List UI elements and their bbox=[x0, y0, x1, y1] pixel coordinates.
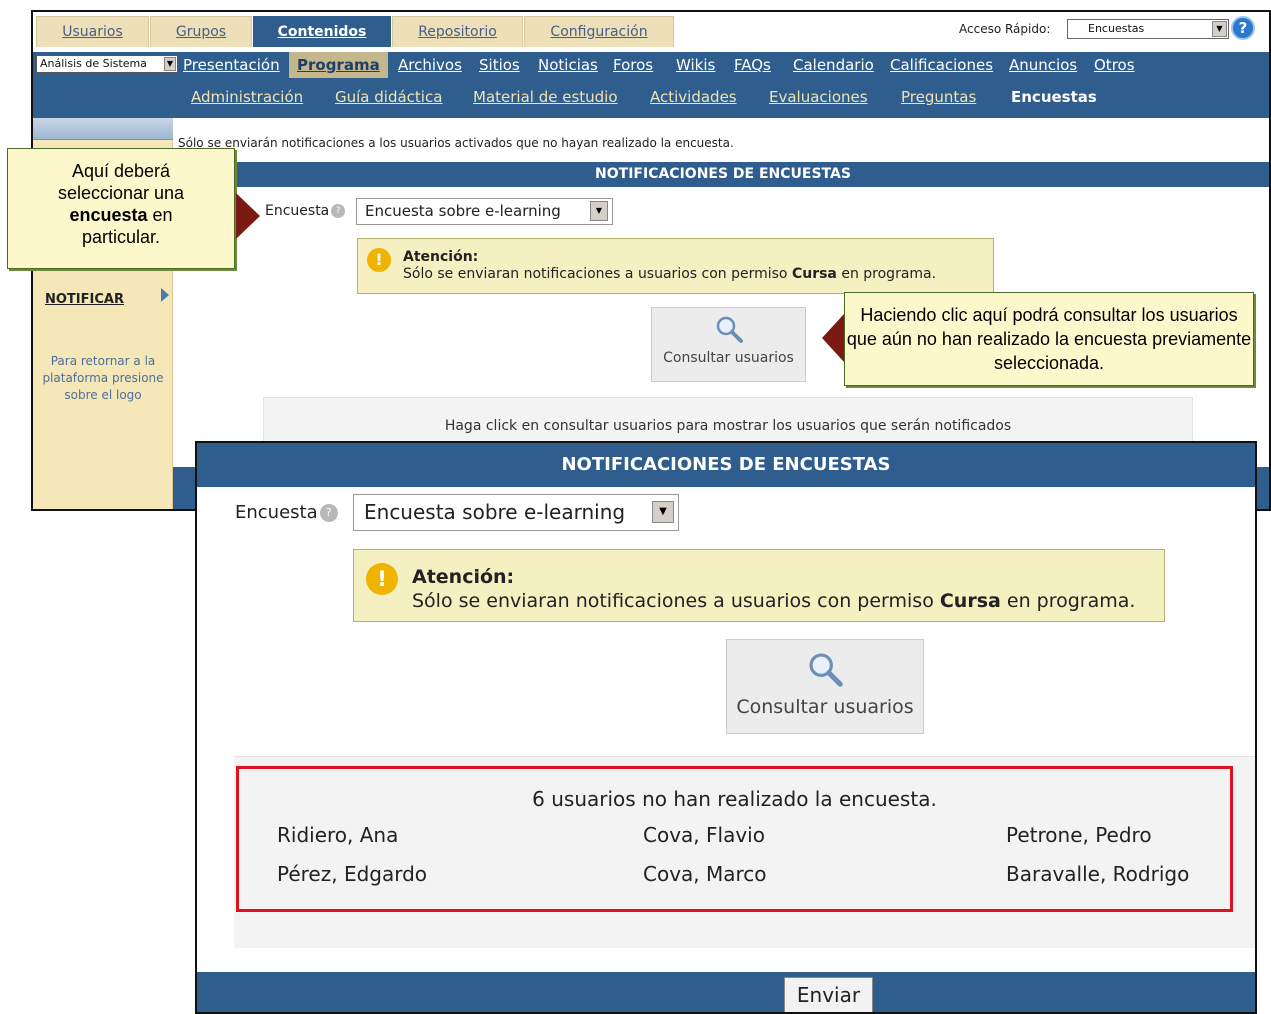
user-name: Ridiero, Ana bbox=[277, 823, 399, 847]
user-name: Baravalle, Rodrigo bbox=[1006, 862, 1190, 886]
attention-text-after: en programa. bbox=[836, 266, 937, 282]
nav-anuncios[interactable]: Anuncios bbox=[1009, 52, 1077, 78]
attention-text: Sólo se enviaran notificaciones a usuari… bbox=[412, 590, 1135, 612]
nav-wikis[interactable]: Wikis bbox=[676, 52, 715, 78]
program-select-value: Análisis de Sistema bbox=[40, 57, 147, 70]
sidebar-item-notificar[interactable]: NOTIFICAR bbox=[45, 292, 124, 307]
sidebar-note: Para retornar a la plataforma presione s… bbox=[42, 354, 164, 402]
attention-text-after: en programa. bbox=[1000, 590, 1136, 612]
callout-left-line1: Aquí deberá bbox=[71, 161, 171, 181]
callout-right-text: Haciendo clic aquí podrá consultar los u… bbox=[846, 305, 1252, 373]
chevron-right-icon bbox=[161, 288, 169, 302]
program-nav: Análisis de Sistema ▼ Presentación Progr… bbox=[33, 52, 1269, 78]
chevron-down-icon[interactable]: ▼ bbox=[1212, 21, 1227, 37]
nav-otros[interactable]: Otros bbox=[1094, 52, 1135, 78]
callout-left-line4: particular. bbox=[81, 227, 161, 247]
sidebar-header-bar bbox=[33, 118, 173, 140]
encuesta-label: Encuesta? bbox=[265, 203, 346, 219]
users-result-box: 6 usuarios no han realizado la encuesta.… bbox=[236, 766, 1233, 912]
tab-usuarios[interactable]: Usuarios bbox=[36, 16, 149, 47]
attention-title: Atención: bbox=[412, 566, 515, 588]
nav-foros[interactable]: Foros bbox=[613, 52, 653, 78]
tab-contenidos[interactable]: Contenidos bbox=[253, 16, 391, 47]
nav-encuestas[interactable]: Encuestas bbox=[1011, 78, 1097, 118]
chevron-down-icon[interactable]: ▼ bbox=[164, 57, 176, 71]
nav-administracion[interactable]: Administración bbox=[191, 78, 303, 118]
magnifier-icon bbox=[716, 316, 743, 343]
nav-presentacion[interactable]: Presentación bbox=[183, 52, 280, 78]
quick-access-value: Encuestas bbox=[1088, 22, 1145, 35]
quick-access-select[interactable]: Encuestas ▼ bbox=[1067, 19, 1229, 39]
encuesta-select-value: Encuesta sobre e-learning bbox=[364, 500, 626, 524]
consultar-usuarios-button-enlarged[interactable]: Consultar usuarios bbox=[726, 639, 924, 734]
consultar-usuarios-label: Consultar usuarios bbox=[663, 350, 794, 366]
encuesta-label-text: Encuesta bbox=[235, 502, 318, 523]
user-name: Cova, Marco bbox=[643, 862, 767, 886]
callout-consultar-usuarios: Haciendo clic aquí podrá consultar los u… bbox=[844, 292, 1254, 386]
attention-text-bold: Cursa bbox=[791, 266, 837, 282]
callout-seleccionar-encuesta: Aquí deberá seleccionar una encuesta en … bbox=[7, 148, 235, 269]
info-text: Haga click en consultar usuarios para mo… bbox=[444, 418, 1012, 434]
attention-text-bold: Cursa bbox=[939, 590, 1001, 612]
footer-bar bbox=[197, 972, 1255, 1012]
user-name: Pérez, Edgardo bbox=[277, 862, 428, 886]
callout-left-line3: encuesta en bbox=[8, 204, 234, 226]
tab-repositorio[interactable]: Repositorio bbox=[392, 16, 523, 47]
nav-sitios[interactable]: Sitios bbox=[479, 52, 520, 78]
chevron-down-icon[interactable]: ▼ bbox=[652, 501, 674, 523]
encuesta-select[interactable]: Encuesta sobre e-learning ▼ bbox=[356, 198, 613, 225]
chevron-down-icon[interactable]: ▼ bbox=[590, 201, 608, 221]
enlarged-panel: NOTIFICACIONES DE ENCUESTAS Encuesta? En… bbox=[195, 441, 1257, 1014]
enviar-button[interactable]: Enviar bbox=[784, 977, 873, 1012]
section-nav: Administración Guía didáctica Material d… bbox=[33, 78, 1269, 118]
encuesta-label-text: Encuesta bbox=[265, 203, 330, 219]
warning-icon: ! bbox=[367, 248, 391, 272]
arrow-right-icon bbox=[236, 193, 260, 239]
notice-text: Sólo se enviarán notificaciones a los us… bbox=[178, 136, 734, 150]
help-icon[interactable]: ? bbox=[331, 204, 346, 218]
help-icon[interactable]: ? bbox=[319, 504, 338, 522]
program-select[interactable]: Análisis de Sistema ▼ bbox=[36, 55, 178, 73]
encuesta-label-enlarged: Encuesta? bbox=[235, 502, 338, 523]
attention-box-enlarged: ! Atención: Sólo se enviaran notificacio… bbox=[353, 549, 1165, 622]
attention-text-before: Sólo se enviaran notificaciones a usuari… bbox=[412, 590, 940, 612]
tab-grupos[interactable]: Grupos bbox=[150, 16, 252, 47]
nav-actividades[interactable]: Actividades bbox=[650, 78, 737, 118]
section-header: NOTIFICACIONES DE ENCUESTAS bbox=[173, 162, 1269, 187]
attention-text: Sólo se enviaran notificaciones a usuari… bbox=[403, 266, 936, 282]
section-header-enlarged: NOTIFICACIONES DE ENCUESTAS bbox=[197, 443, 1255, 487]
user-name: Petrone, Pedro bbox=[1006, 823, 1152, 847]
nav-evaluaciones[interactable]: Evaluaciones bbox=[769, 78, 868, 118]
help-icon[interactable]: ? bbox=[1231, 16, 1255, 40]
magnifier-icon bbox=[809, 653, 843, 687]
nav-calificaciones[interactable]: Calificaciones bbox=[890, 52, 993, 78]
nav-preguntas[interactable]: Preguntas bbox=[901, 78, 976, 118]
callout-left-bold: encuesta bbox=[69, 205, 148, 225]
tab-configuracion[interactable]: Configuración bbox=[524, 16, 674, 47]
encuesta-select-enlarged[interactable]: Encuesta sobre e-learning ▼ bbox=[353, 494, 679, 531]
top-tabs: Usuarios Grupos Contenidos Repositorio C… bbox=[33, 12, 1269, 47]
quick-access-label: Acceso Rápido: bbox=[959, 22, 1051, 36]
attention-title: Atención: bbox=[403, 249, 479, 265]
consultar-usuarios-button[interactable]: Consultar usuarios bbox=[651, 307, 806, 382]
nav-faqs[interactable]: FAQs bbox=[734, 52, 771, 78]
nav-programa[interactable]: Programa bbox=[289, 52, 388, 78]
users-count-text: 6 usuarios no han realizado la encuesta. bbox=[532, 787, 937, 811]
callout-left-line2: seleccionar una bbox=[57, 183, 185, 203]
callout-left-after-bold: en bbox=[147, 205, 173, 225]
consultar-usuarios-label: Consultar usuarios bbox=[736, 696, 914, 718]
nav-material-estudio[interactable]: Material de estudio bbox=[473, 78, 618, 118]
warning-icon: ! bbox=[366, 563, 398, 595]
attention-text-before: Sólo se enviaran notificaciones a usuari… bbox=[403, 266, 792, 282]
encuesta-select-value: Encuesta sobre e-learning bbox=[365, 202, 561, 220]
user-name: Cova, Flavio bbox=[643, 823, 765, 847]
attention-box: ! Atención: Sólo se enviaran notificacio… bbox=[357, 238, 994, 294]
arrow-left-icon bbox=[822, 314, 844, 362]
nav-calendario[interactable]: Calendario bbox=[793, 52, 874, 78]
nav-noticias[interactable]: Noticias bbox=[538, 52, 598, 78]
nav-archivos[interactable]: Archivos bbox=[398, 52, 462, 78]
nav-guia-didactica[interactable]: Guía didáctica bbox=[335, 78, 442, 118]
